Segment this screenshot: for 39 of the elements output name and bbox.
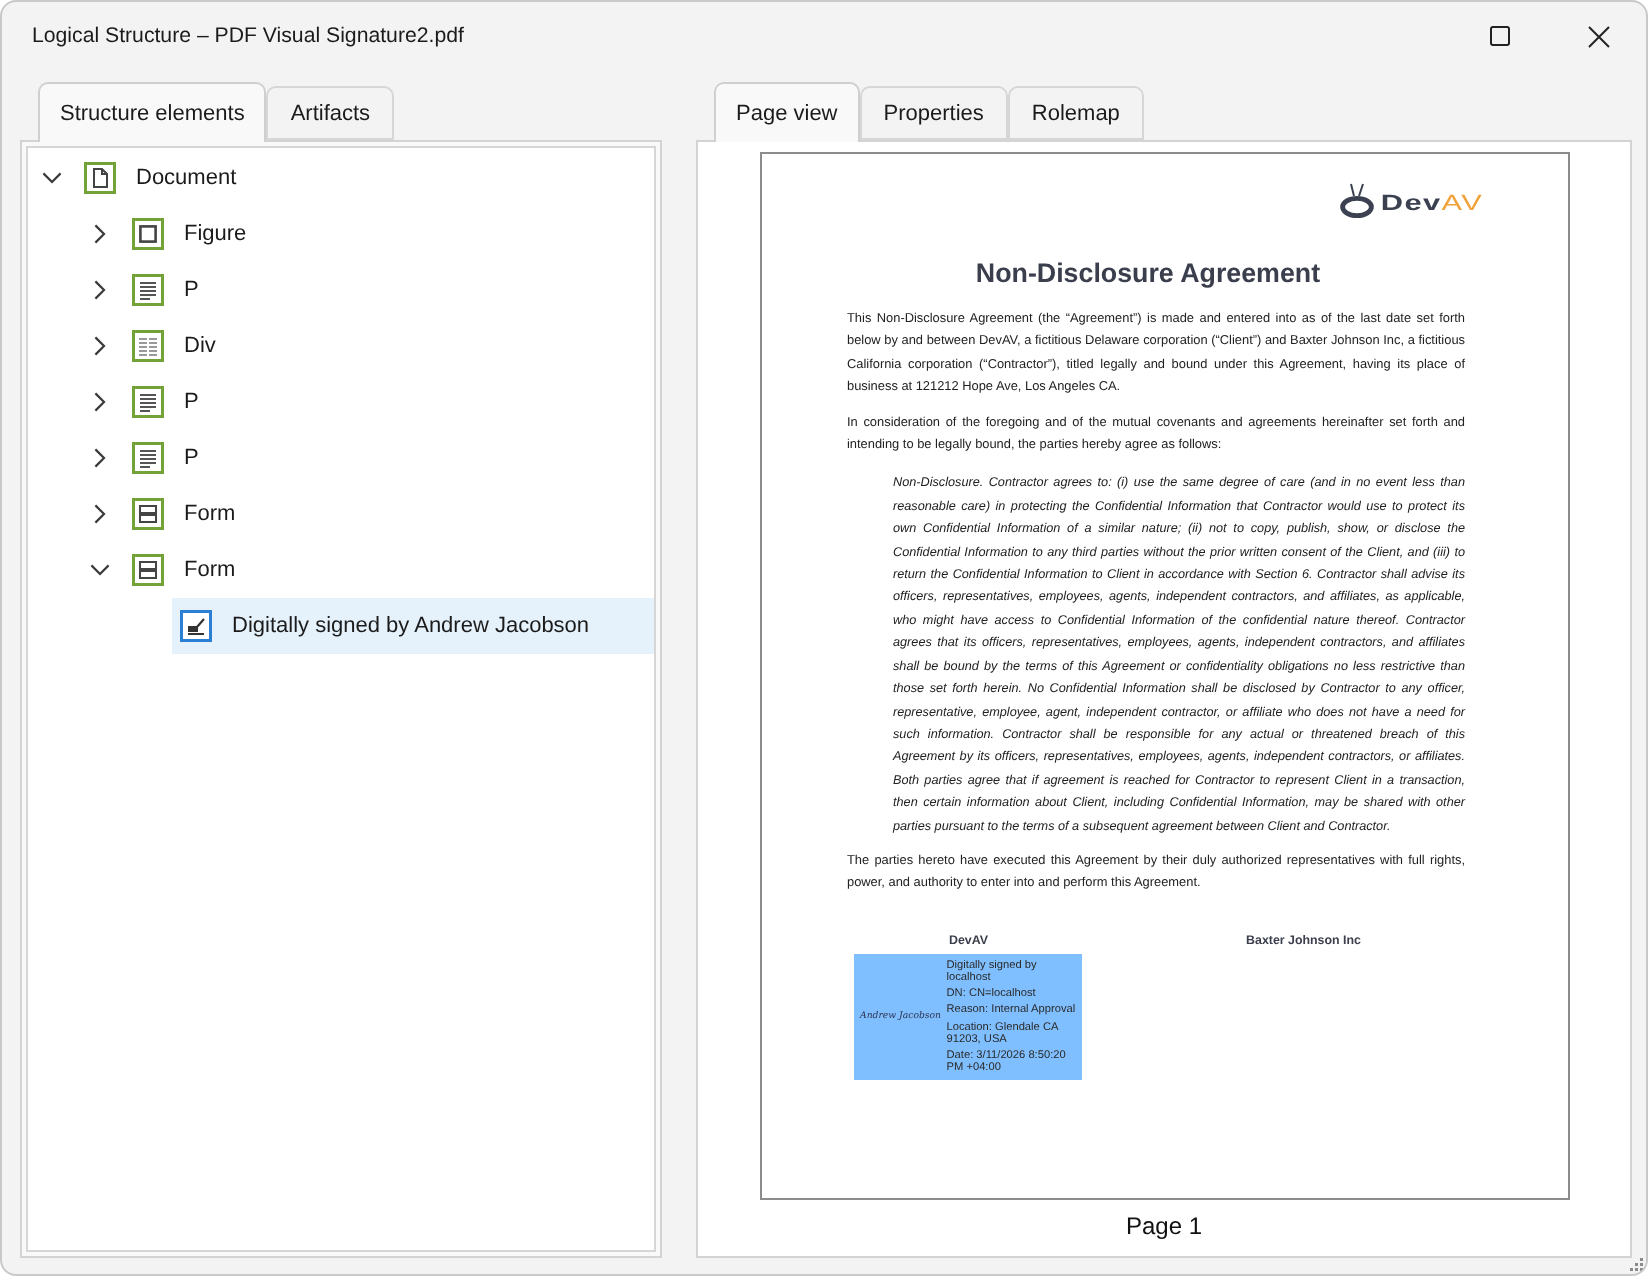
chevron-down-icon[interactable] <box>90 564 110 576</box>
tree-item[interactable]: P <box>124 262 215 318</box>
text-lines-icon <box>132 442 164 474</box>
page-icon <box>84 162 116 194</box>
chevron-right-icon[interactable] <box>94 224 106 244</box>
tree-item[interactable]: Div <box>124 318 232 374</box>
chevron-right-icon[interactable] <box>94 392 106 412</box>
tree-item[interactable]: P <box>124 430 215 486</box>
columns-icon <box>132 330 164 362</box>
page-number: Page 1 <box>1125 1212 1203 1240</box>
tree-item[interactable]: P <box>124 374 215 430</box>
document-title: Non-Disclosure Agreement <box>973 258 1323 290</box>
chevron-right-icon[interactable] <box>94 336 106 356</box>
text-lines-icon <box>132 274 164 306</box>
chevron-right-icon[interactable] <box>94 448 106 468</box>
tree-item[interactable]: Digitally signed by Andrew Jacobson <box>172 598 654 654</box>
text-lines-icon <box>132 386 164 418</box>
window-title: Logical Structure – PDF Visual Signature2.pdf <box>32 24 466 48</box>
signature-icon <box>180 610 212 642</box>
logo-text: DevAV <box>1380 192 1483 216</box>
stacked-rows-icon <box>132 498 164 530</box>
square-icon <box>132 218 164 250</box>
tree-item[interactable]: Document <box>76 150 253 206</box>
chevron-right-icon[interactable] <box>94 504 106 524</box>
tree-item[interactable]: Form <box>124 486 252 542</box>
maximize-icon <box>1490 26 1510 46</box>
stacked-rows-icon <box>132 554 164 586</box>
tree-item[interactable]: Form <box>124 542 252 598</box>
resize-grip-icon[interactable] <box>1630 1258 1644 1272</box>
tab[interactable]: Rolemap <box>1007 86 1144 140</box>
close-icon <box>1587 25 1609 47</box>
tree-item[interactable]: Figure <box>124 206 263 262</box>
chevron-down-icon[interactable] <box>42 172 62 184</box>
tab[interactable]: Properties <box>859 86 1008 140</box>
tab[interactable]: Artifacts <box>266 86 395 140</box>
tab[interactable]: Structure elements <box>38 82 267 142</box>
tab[interactable]: Page view <box>714 82 860 142</box>
chevron-right-icon[interactable] <box>94 280 106 300</box>
tv-icon <box>1339 181 1374 217</box>
